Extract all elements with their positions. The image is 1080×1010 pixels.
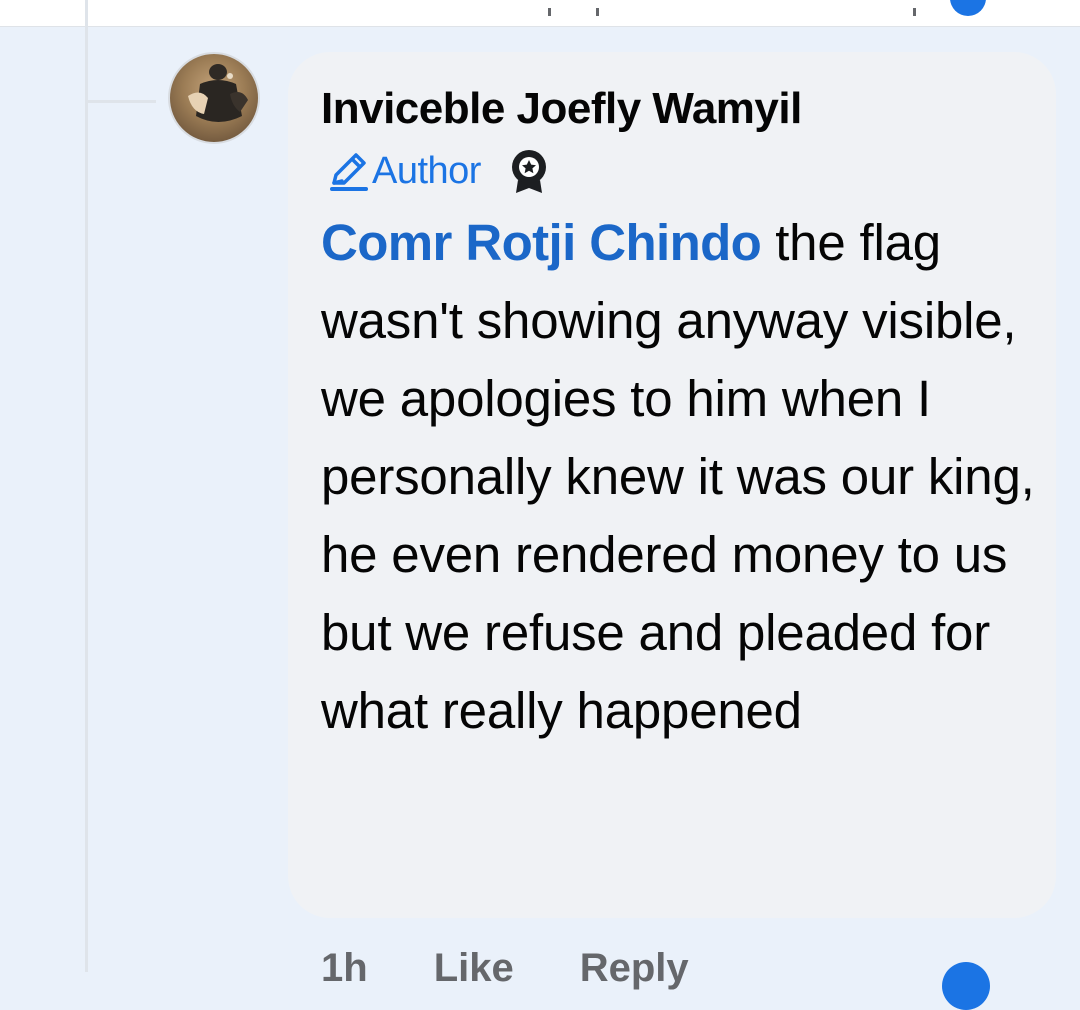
previous-comment-divider <box>548 8 551 16</box>
author-name[interactable]: Inviceble Joefly Wamyil <box>321 84 802 134</box>
comment-body: the flag wasn't showing anyway visible, … <box>321 214 1035 739</box>
reply-connector <box>88 100 156 103</box>
comment-text: Comr Rotji Chindo the flag wasn't showin… <box>321 204 1037 750</box>
previous-comment-divider <box>913 8 916 16</box>
comment-actions: 1h Like Reply <box>321 946 755 991</box>
author-badge: Author <box>326 148 551 194</box>
thread-line <box>85 0 88 972</box>
like-button[interactable]: Like <box>434 946 514 991</box>
comment-timestamp[interactable]: 1h <box>321 946 368 991</box>
previous-reaction-icon[interactable] <box>950 0 986 16</box>
previous-comment-strip <box>0 0 1080 27</box>
previous-comment-divider <box>596 8 599 16</box>
reaction-icon[interactable] <box>942 962 990 1010</box>
pencil-icon <box>330 153 368 191</box>
author-badge-label: Author <box>372 149 481 192</box>
mention-link[interactable]: Comr Rotji Chindo <box>321 214 762 271</box>
reply-button[interactable]: Reply <box>580 946 689 991</box>
avatar[interactable] <box>168 52 260 144</box>
award-icon[interactable] <box>507 147 551 195</box>
